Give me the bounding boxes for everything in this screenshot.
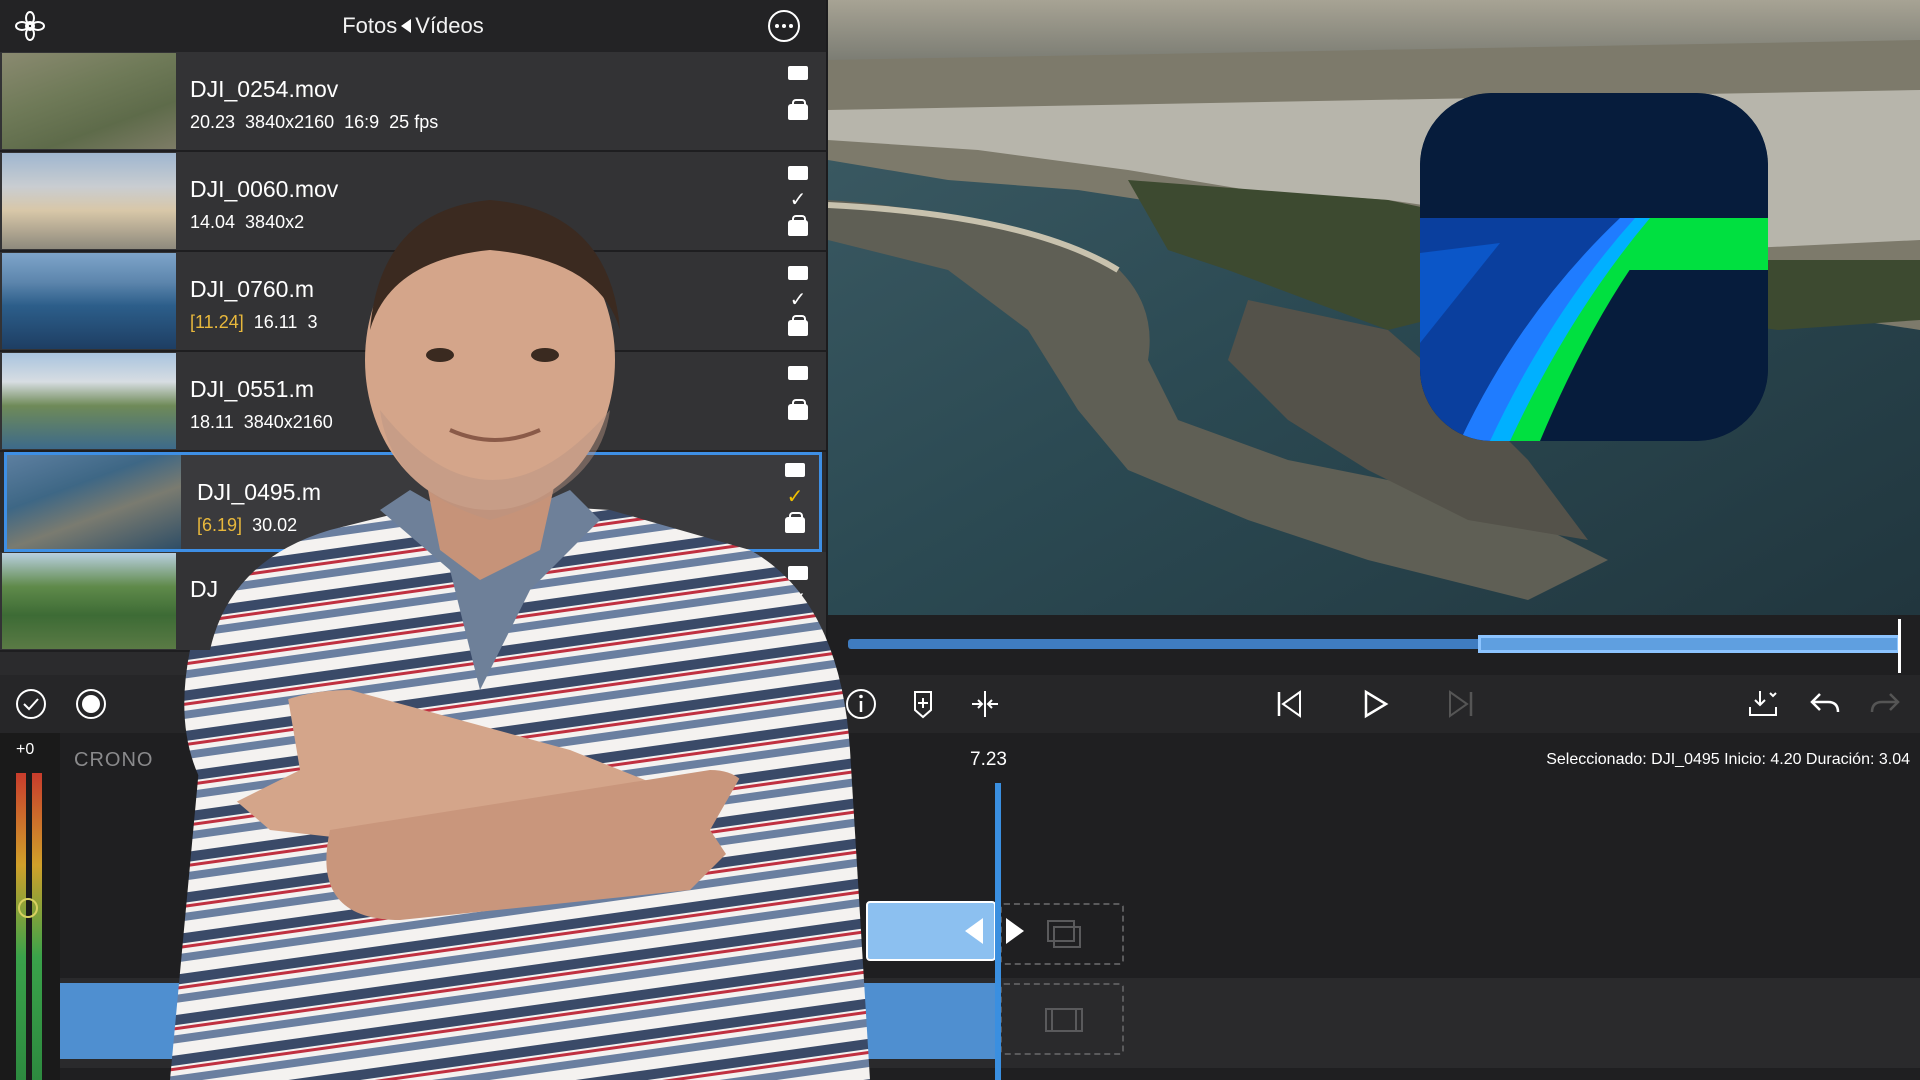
title-videos[interactable]: Vídeos [415,13,484,38]
scrubber-bar[interactable] [828,615,1920,675]
clip-actions [784,66,812,120]
selection-info: Seleccionado: DJI_0495 Inicio: 4.20 Dura… [1546,751,1910,768]
clip-placeholder [1000,983,1124,1055]
volume-knob[interactable] [18,898,38,918]
clip-name: DJI_0254.mov [190,76,339,102]
skip-end-icon[interactable] [1444,687,1478,721]
audio-meter: +0 [0,733,60,1080]
app-logo [1420,93,1768,441]
flower-icon[interactable] [14,10,46,42]
meter-bar-left [16,773,26,1080]
playhead-time: 7.23 [970,749,1007,770]
browser-title[interactable]: Fotos Vídeos [342,13,484,39]
marker-icon[interactable] [906,687,940,721]
viewer-toolbar [828,675,1920,733]
trim-left-icon[interactable] [965,918,983,944]
clip-placeholder [1000,903,1124,965]
back-arrow-icon [401,19,412,34]
more-icon[interactable] [768,10,800,42]
record-icon[interactable] [74,687,108,721]
film-stack-icon [1047,920,1081,948]
film-icon[interactable] [788,66,808,80]
meter-label: +0 [16,741,35,758]
timeline-label: CRONO [74,749,154,771]
scrubber-selection[interactable] [1478,635,1900,653]
scrubber-playhead[interactable] [1898,619,1901,673]
presenter-photo [170,200,870,1080]
skip-start-icon[interactable] [1272,687,1306,721]
undo-icon[interactable] [1808,687,1842,721]
browser-header: Fotos Vídeos [0,0,826,52]
export-icon[interactable] [1746,687,1780,721]
clip-meta-text: 20.23 3840x2160 16:9 25 fps [190,112,439,132]
app-window: Fotos Vídeos DJI_0254.mov 20.23 3840x2160… [0,0,1920,1080]
meter-bar-right [32,773,42,1080]
check-circle-icon[interactable] [14,687,48,721]
redo-icon[interactable] [1868,687,1902,721]
split-icon[interactable] [968,687,1002,721]
bag-icon[interactable] [788,99,808,120]
film-icon [1045,1008,1083,1032]
play-icon[interactable] [1358,687,1392,721]
timeline-playhead[interactable] [995,783,1001,1080]
title-photos[interactable]: Fotos [342,13,397,38]
